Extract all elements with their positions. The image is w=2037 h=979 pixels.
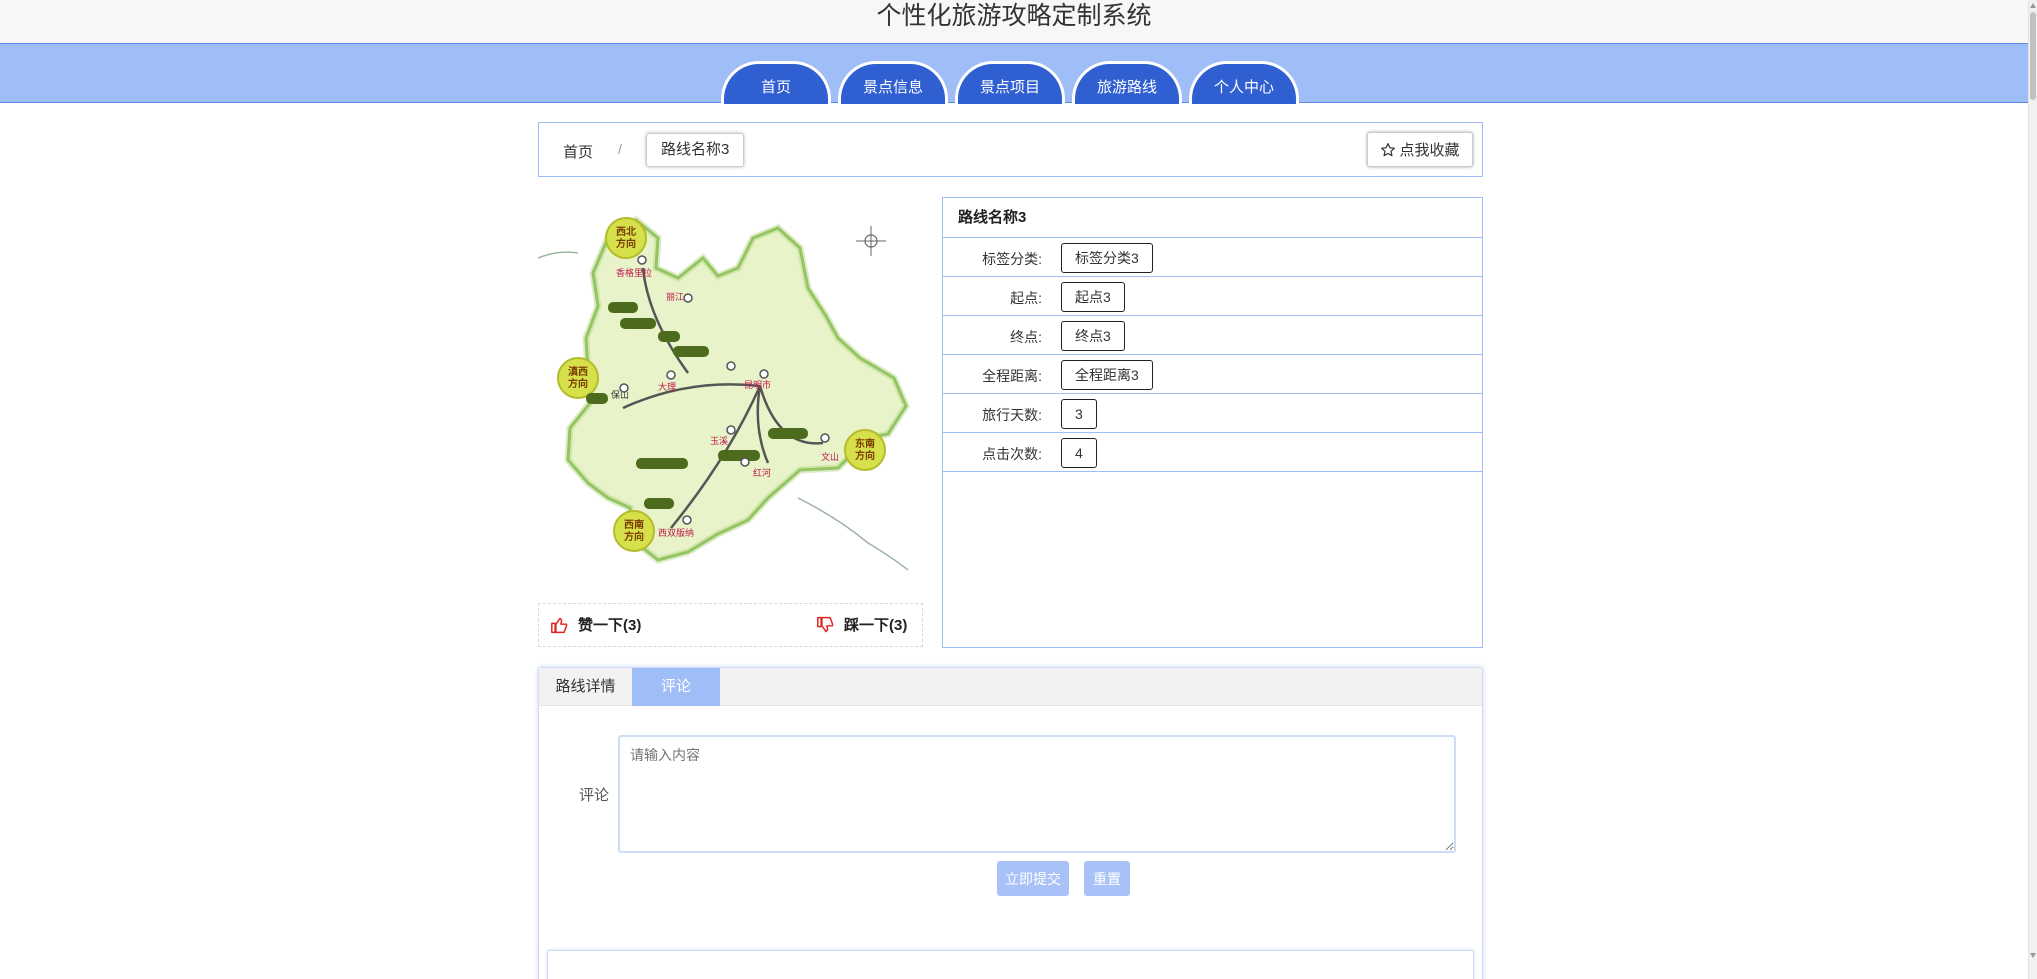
route-detail-table: 路线名称3 标签分类: 标签分类3 起点: 起点3 终点: 终点3 全程距离: … [942, 197, 1483, 648]
svg-text:香格里拉: 香格里拉 [616, 267, 652, 279]
star-icon [1381, 142, 1396, 156]
favorite-label: 点我收藏 [1399, 142, 1460, 159]
detail-row-days: 旅行天数: 3 [943, 394, 1482, 433]
nav-tab-routes[interactable]: 旅游路线 [1072, 61, 1182, 104]
tabs-panel: 路线详情 评论 评论 立即提交 重置 [538, 667, 1483, 979]
detail-label: 终点: [1010, 329, 1042, 345]
dislike-button[interactable]: 踩一下(3) [816, 614, 907, 635]
scroll-thumb[interactable] [2030, 12, 2036, 100]
breadcrumb-separator: / [618, 141, 622, 157]
nav-tab-projects[interactable]: 景点项目 [955, 61, 1065, 104]
nav-tab-attractions[interactable]: 景点信息 [838, 61, 948, 104]
detail-label: 全程距离: [982, 368, 1042, 384]
thumbs-down-icon [817, 616, 834, 632]
detail-row-end: 终点: 终点3 [943, 316, 1482, 355]
comment-list-card [547, 950, 1474, 979]
vote-row: 赞一下(3) 踩一下(3) [538, 603, 923, 647]
detail-value: 4 [1061, 438, 1097, 468]
svg-text:方向: 方向 [624, 530, 644, 543]
detail-row-tag: 标签分类: 标签分类3 [943, 238, 1482, 277]
comment-label: 评论 [579, 787, 610, 804]
like-label: 赞一下(3) [578, 617, 642, 634]
svg-text:文山: 文山 [821, 451, 839, 463]
svg-text:东南: 东南 [855, 437, 875, 450]
route-title: 路线名称3 [943, 198, 1482, 238]
svg-text:玉溪: 玉溪 [710, 435, 728, 447]
like-button[interactable]: 赞一下(3) [550, 614, 641, 635]
detail-label: 标签分类: [982, 251, 1042, 267]
detail-label: 起点: [1010, 290, 1042, 306]
detail-label: 旅行天数: [982, 407, 1042, 423]
breadcrumb: 首页 / 路线名称3 点我收藏 [538, 122, 1483, 177]
svg-text:西北: 西北 [616, 225, 636, 238]
svg-text:大理: 大理 [658, 381, 676, 393]
svg-text:西南: 西南 [624, 518, 644, 531]
scroll-down-icon[interactable] [2030, 953, 2036, 958]
svg-text:方向: 方向 [616, 237, 636, 250]
detail-row-distance: 全程距离: 全程距离3 [943, 355, 1482, 394]
nav-tab-home[interactable]: 首页 [721, 61, 831, 104]
detail-row-clicks: 点击次数: 4 [943, 433, 1482, 472]
compass-icon [856, 226, 886, 256]
dislike-label: 踩一下(3) [844, 617, 908, 634]
thumbs-up-icon [551, 617, 568, 633]
nav-tabs: 首页 景点信息 景点项目 旅游路线 个人中心 [721, 61, 1299, 104]
reset-button[interactable]: 重置 [1084, 861, 1130, 896]
tab-route-detail[interactable]: 路线详情 [539, 668, 632, 706]
svg-text:方向: 方向 [855, 449, 875, 462]
detail-value: 起点3 [1061, 282, 1125, 312]
favorite-button[interactable]: 点我收藏 [1367, 132, 1473, 167]
page: 个性化旅游攻略定制系统 首页 景点信息 景点项目 旅游路线 个人中心 首页 / … [0, 0, 2037, 979]
detail-value: 3 [1061, 399, 1097, 429]
detail-label: 点击次数: [982, 446, 1042, 462]
svg-text:红河: 红河 [753, 467, 771, 479]
detail-value: 全程距离3 [1061, 360, 1153, 390]
route-map-image: 西北 方向 滇西 方向 东南 方向 西南 方向 香格里拉 昆明市 大理 丽江 玉… [537, 198, 923, 573]
comment-input[interactable] [618, 735, 1456, 853]
breadcrumb-home[interactable]: 首页 [563, 141, 593, 162]
detail-row-start: 起点: 起点3 [943, 277, 1482, 316]
scroll-up-icon[interactable] [2030, 3, 2036, 8]
detail-value: 终点3 [1061, 321, 1125, 351]
tab-comment[interactable]: 评论 [632, 668, 720, 706]
title-bar: 个性化旅游攻略定制系统 [0, 0, 2028, 43]
detail-value: 标签分类3 [1061, 243, 1153, 273]
breadcrumb-current: 路线名称3 [646, 133, 745, 167]
app-title: 个性化旅游攻略定制系统 [876, 2, 1152, 30]
svg-text:丽江: 丽江 [666, 292, 684, 303]
svg-text:昆明市: 昆明市 [744, 379, 771, 391]
scrollbar[interactable] [2028, 0, 2037, 979]
svg-text:方向: 方向 [568, 377, 588, 390]
svg-text:滇西: 滇西 [568, 365, 588, 378]
tab-header: 路线详情 评论 [539, 668, 1482, 706]
svg-text:西双版纳: 西双版纳 [658, 527, 694, 539]
nav-bar: 首页 景点信息 景点项目 旅游路线 个人中心 [0, 43, 2028, 104]
nav-tab-personal[interactable]: 个人中心 [1189, 61, 1299, 104]
submit-button[interactable]: 立即提交 [997, 861, 1069, 896]
